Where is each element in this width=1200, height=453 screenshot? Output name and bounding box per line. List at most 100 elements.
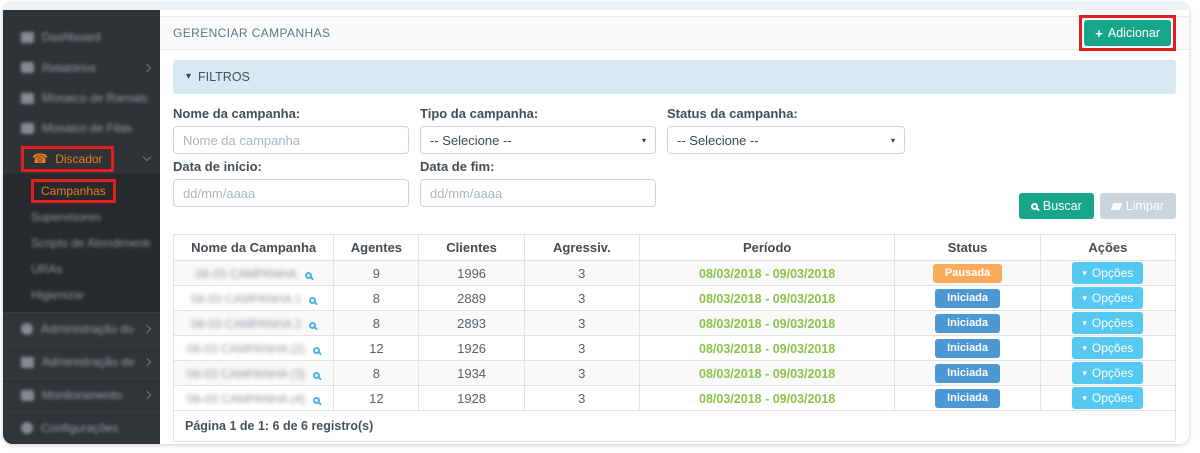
options-button[interactable]: ▾Opções <box>1072 262 1143 284</box>
status-badge: Iniciada <box>935 364 1000 383</box>
status-badge: Pausada <box>933 264 1002 283</box>
options-button[interactable]: ▾Opções <box>1072 287 1143 309</box>
start-date-label: Data de início: <box>173 159 409 174</box>
col-agentes: Agentes <box>334 235 419 261</box>
sidebar-item-monitoramento[interactable]: Monitoramento <box>3 379 160 411</box>
view-campaign-icon[interactable] <box>309 322 316 329</box>
campaign-name-input[interactable] <box>173 126 409 154</box>
add-button[interactable]: + Adicionar <box>1084 20 1171 46</box>
view-campaign-icon[interactable] <box>313 347 320 354</box>
period-value: 08/03/2018 - 09/03/2018 <box>699 392 835 406</box>
grid-icon <box>21 93 34 104</box>
sidebar-section-monitoramento: Monitoramento <box>3 378 160 411</box>
users-icon <box>21 357 34 368</box>
window-top-strip <box>3 2 1189 10</box>
clients-value: 1926 <box>419 336 524 361</box>
content-area: ▾ FILTROS Nome da campanha: Tipo da camp… <box>160 50 1189 444</box>
sidebar-item-relatorios[interactable]: Relatórios <box>3 52 160 82</box>
status-badge: Iniciada <box>935 389 1000 408</box>
options-button[interactable]: ▾Opções <box>1072 387 1143 409</box>
clients-value: 1928 <box>419 386 524 411</box>
clients-value: 2893 <box>419 311 524 336</box>
options-button[interactable]: ▾Opções <box>1072 312 1143 334</box>
caret-down-icon: ▾ <box>1082 369 1087 378</box>
submenu-item-scripts[interactable]: Scripts de Atendimento <box>3 230 160 256</box>
caret-down-icon: ▾ <box>1082 394 1087 403</box>
col-nome: Nome da Campanha <box>174 235 334 261</box>
sidebar-item-discador[interactable]: ☎ Discador <box>3 144 160 174</box>
main-content: GERENCIAR CAMPANHAS + Adicionar ▾ FILTRO… <box>160 10 1189 444</box>
caret-down-icon: ▾ <box>1082 344 1087 353</box>
end-date-label: Data de fim: <box>420 159 656 174</box>
period-value: 08/03/2018 - 09/03/2018 <box>699 367 835 381</box>
sidebar-item-administracao-usuarios[interactable]: Administração de Usuários <box>3 346 160 378</box>
aggressiveness-value: 3 <box>524 261 639 286</box>
agents-value: 8 <box>334 286 419 311</box>
end-date-input[interactable] <box>420 179 656 207</box>
field-campaign-status: Status da campanha: -- Selecione -- ▾ <box>667 106 905 154</box>
field-campaign-type: Tipo da campanha: -- Selecione -- ▾ <box>420 106 656 154</box>
submenu-item-supervisores[interactable]: Supervisores <box>3 204 160 230</box>
campaign-type-select[interactable]: -- Selecione -- ▾ <box>420 126 656 154</box>
panel-header: GERENCIAR CAMPANHAS + Adicionar <box>160 16 1189 50</box>
campaign-name-label: Nome da campanha: <box>173 106 409 121</box>
field-start-date: Data de início: <box>173 159 409 207</box>
sidebar: Dashboard Relatórios Mosaico de Ramais M… <box>3 10 160 444</box>
period-value: 08/03/2018 - 09/03/2018 <box>699 342 835 356</box>
field-end-date: Data de fim: <box>420 159 656 207</box>
filters-header-bar[interactable]: ▾ FILTROS <box>173 60 1176 94</box>
start-date-input[interactable] <box>173 179 409 207</box>
aggressiveness-value: 3 <box>524 286 639 311</box>
sidebar-item-administracao-pabx[interactable]: Administração do PABX <box>3 313 160 345</box>
agents-value: 8 <box>334 361 419 386</box>
options-button[interactable]: ▾Opções <box>1072 337 1143 359</box>
search-button-label: Buscar <box>1043 199 1082 213</box>
page-title: GERENCIAR CAMPANHAS <box>173 26 330 40</box>
view-campaign-icon[interactable] <box>305 272 312 279</box>
dashboard-icon <box>21 32 34 43</box>
aggressiveness-value: 3 <box>524 311 639 336</box>
chevron-right-icon <box>143 358 151 366</box>
search-button[interactable]: Buscar <box>1019 193 1094 219</box>
caret-down-icon: ▾ <box>1082 319 1087 328</box>
clear-button-label: Limpar <box>1126 199 1164 213</box>
submenu-item-uras[interactable]: URAs <box>3 256 160 282</box>
campaign-status-select[interactable]: -- Selecione -- ▾ <box>667 126 905 154</box>
chevron-right-icon <box>143 63 151 71</box>
status-badge: Iniciada <box>935 289 1000 308</box>
annotation-box-adicionar: + Adicionar <box>1079 15 1176 51</box>
table-row: 08-03 CAMPANHA (2) 12 1926 3 08/03/2018 … <box>174 336 1176 361</box>
pagination-info: Página 1 de 1: 6 de 6 registro(s) <box>173 411 1176 442</box>
status-badge: Iniciada <box>935 314 1000 333</box>
submenu-item-higienizar[interactable]: Higienizar <box>3 282 160 308</box>
sidebar-section-usuarios: Administração de Usuários <box>3 345 160 378</box>
clients-value: 1934 <box>419 361 524 386</box>
sidebar-section-pabx: Administração do PABX <box>3 312 160 345</box>
submenu-item-campanhas[interactable]: Campanhas <box>3 178 160 204</box>
campaign-status-value: -- Selecione -- <box>677 133 759 148</box>
col-periodo: Período <box>639 235 895 261</box>
discador-submenu: Campanhas Supervisores Scripts de Atendi… <box>3 174 160 312</box>
select-arrow-icon: ▾ <box>642 136 646 145</box>
clear-button[interactable]: Limpar <box>1100 193 1176 219</box>
gear-icon <box>21 323 33 335</box>
aggressiveness-value: 3 <box>524 361 639 386</box>
sidebar-item-dashboard[interactable]: Dashboard <box>3 22 160 52</box>
sidebar-item-configuracoes[interactable]: Configurações <box>3 412 160 444</box>
sidebar-item-mosaico-filas[interactable]: Mosaico de Filas <box>3 113 160 143</box>
table-header-row: Nome da Campanha Agentes Clientes Agress… <box>174 235 1176 261</box>
report-icon <box>21 62 34 73</box>
period-value: 08/03/2018 - 09/03/2018 <box>699 317 835 331</box>
view-campaign-icon[interactable] <box>309 297 316 304</box>
campaign-name: 08-03 CAMPANHA (4) <box>187 392 305 406</box>
col-status: Status <box>895 235 1040 261</box>
clients-value: 2889 <box>419 286 524 311</box>
sidebar-item-mosaico-ramais[interactable]: Mosaico de Ramais <box>3 83 160 113</box>
col-acoes: Ações <box>1040 235 1175 261</box>
options-button[interactable]: ▾Opções <box>1072 362 1143 384</box>
cog-icon <box>21 422 33 434</box>
status-badge: Iniciada <box>935 339 1000 358</box>
view-campaign-icon[interactable] <box>313 397 320 404</box>
view-campaign-icon[interactable] <box>313 372 320 379</box>
campaign-name: 08-03 CAMPANHA (3) <box>187 367 305 381</box>
